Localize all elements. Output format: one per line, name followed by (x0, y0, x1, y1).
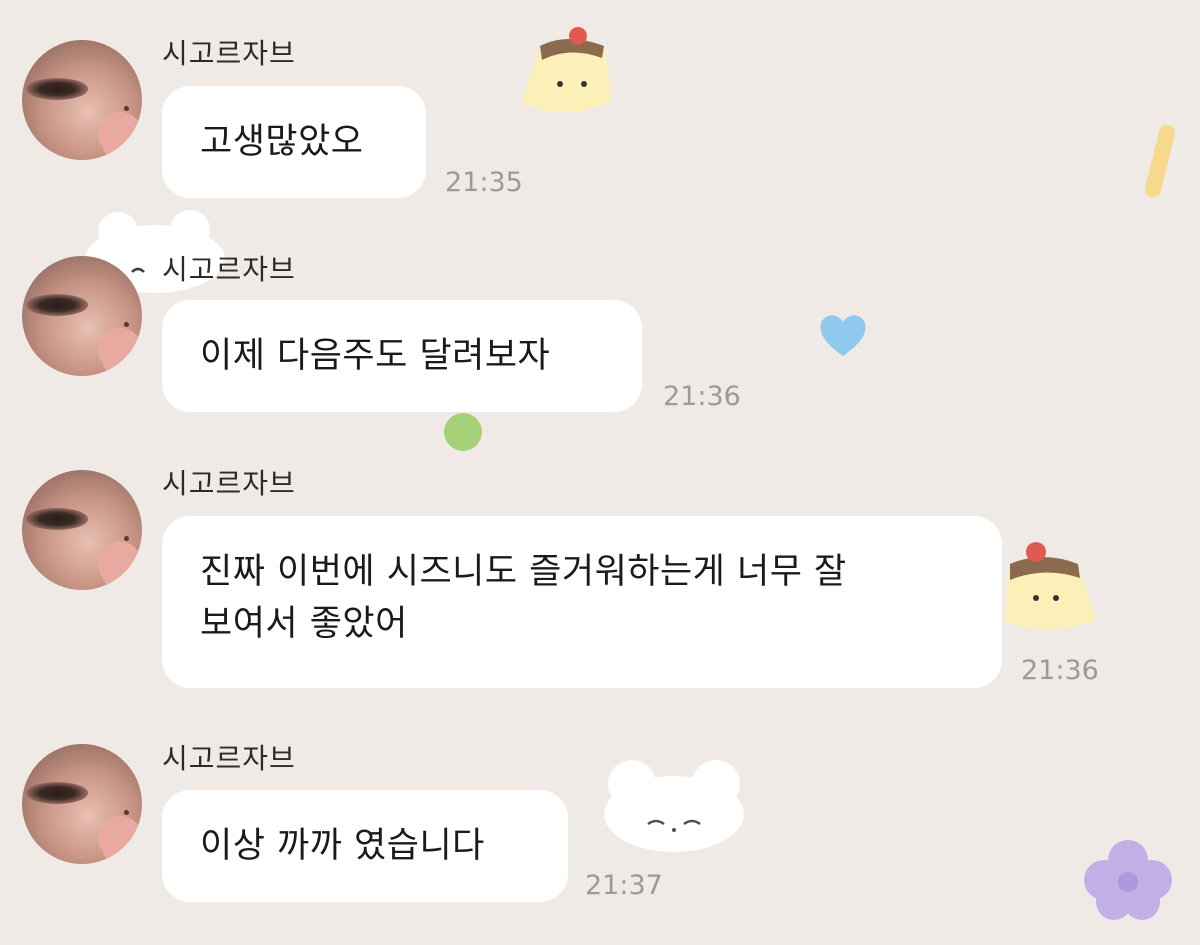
sender-name: 시고르자브 (162, 742, 296, 775)
stick-sticker (1144, 124, 1176, 198)
avatar[interactable] (22, 470, 142, 590)
message-bubble[interactable]: 고생많았오 (162, 86, 426, 198)
message-bubble[interactable]: 진짜 이번에 시즈니도 즐거워하는게 너무 잘 보여서 좋았어 (162, 516, 1002, 688)
message-time: 21:36 (663, 381, 741, 412)
sender-name: 시고르자브 (162, 253, 296, 286)
message-time: 21:36 (1021, 655, 1099, 686)
flower-sticker (1084, 840, 1172, 920)
avatar[interactable] (22, 40, 142, 160)
message-bubble[interactable]: 이상 까까 였습니다 (162, 790, 568, 902)
heart-sticker (820, 315, 866, 356)
message-time: 21:35 (445, 167, 523, 198)
avatar[interactable] (22, 744, 142, 864)
pudding-sticker (1004, 542, 1096, 630)
pudding-sticker (522, 27, 612, 113)
sender-name: 시고르자브 (162, 37, 296, 70)
bear-sticker (604, 760, 744, 852)
message-time: 21:37 (585, 870, 663, 901)
dot-sticker (444, 413, 482, 451)
message-bubble[interactable]: 이제 다음주도 달려보자 (162, 300, 642, 412)
avatar[interactable] (22, 256, 142, 376)
sender-name: 시고르자브 (162, 467, 296, 500)
